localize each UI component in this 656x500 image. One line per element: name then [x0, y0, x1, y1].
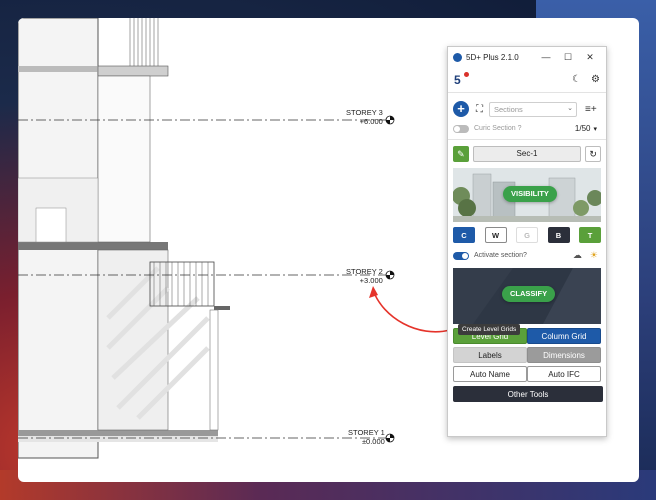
- auto-buttons-row: Auto Name Auto IFC: [448, 366, 606, 382]
- add-section-button[interactable]: +: [453, 101, 469, 117]
- sun-icon[interactable]: ☀: [590, 250, 598, 261]
- window-title: 5D+ Plus 2.1.0: [466, 52, 519, 62]
- curic-section-label: Curic Section ?: [474, 125, 522, 132]
- section-name-row: ✎ Sec-1 ↻: [448, 146, 606, 162]
- scale-chevron-icon[interactable]: ▾: [593, 125, 597, 133]
- app-icon-badge: [464, 71, 469, 77]
- column-grid-button[interactable]: Column Grid: [527, 328, 601, 344]
- plugin-window: 5D+ Plus 2.1.0 — ☐ ✕ 5 ☾ ⚙ + ⛶ Sections …: [447, 46, 607, 437]
- level-elevation: +6.000: [359, 117, 383, 126]
- filter-chip-t[interactable]: T: [579, 227, 601, 243]
- minimize-button[interactable]: —: [535, 52, 557, 62]
- visibility-panel: VISIBILITY: [453, 168, 601, 222]
- level-elevation: +3.000: [359, 276, 383, 285]
- filter-chip-w[interactable]: W: [484, 227, 507, 243]
- visibility-filters: C W G B T: [448, 227, 606, 243]
- cloud-icon[interactable]: ☁: [573, 250, 582, 261]
- maximize-button[interactable]: ☐: [557, 52, 579, 63]
- close-button[interactable]: ✕: [579, 52, 601, 63]
- activate-section-row: Activate section? ☁ ☀: [448, 250, 606, 261]
- level-name: STOREY 2: [346, 267, 383, 276]
- gear-icon[interactable]: ⚙: [591, 74, 600, 85]
- annotation-buttons-row: Labels Dimensions: [448, 347, 606, 363]
- app-icon[interactable]: 5: [454, 71, 469, 87]
- level-name: STOREY 3: [346, 108, 383, 117]
- level-label-storey-1: STOREY 1 ±0.000: [348, 428, 385, 446]
- labels-button[interactable]: Labels: [453, 347, 527, 363]
- top-toolbar: 5 ☾ ⚙: [448, 67, 606, 93]
- scale-selector[interactable]: 1/50: [575, 124, 591, 133]
- other-tools-button[interactable]: Other Tools: [453, 386, 603, 402]
- moon-icon[interactable]: ☾: [572, 74, 581, 85]
- classify-panel: CLASSIFY: [453, 268, 601, 324]
- auto-name-button[interactable]: Auto Name: [453, 366, 527, 382]
- app-icon-glyph: 5: [454, 72, 461, 87]
- sections-row: + ⛶ Sections ⌄ ≡+: [448, 101, 606, 117]
- filter-chip-b[interactable]: B: [547, 227, 570, 243]
- classify-button[interactable]: CLASSIFY: [502, 286, 556, 302]
- activate-section-toggle[interactable]: [453, 251, 469, 260]
- level-label-storey-2: STOREY 2 +3.000: [346, 267, 383, 285]
- app-logo-icon: [453, 52, 462, 62]
- curic-section-toggle[interactable]: [453, 124, 469, 133]
- section-name-field[interactable]: Sec-1: [472, 146, 582, 162]
- add-list-icon[interactable]: ≡+: [585, 104, 597, 115]
- activate-section-label: Activate section?: [474, 252, 527, 259]
- other-tools-row: Other Tools: [448, 386, 606, 402]
- expand-icon[interactable]: ⛶: [476, 104, 483, 115]
- curic-section-row: Curic Section ? 1/50 ▾: [448, 124, 606, 133]
- level-name: STOREY 1: [348, 428, 385, 437]
- magic-wand-button[interactable]: ✎: [453, 146, 469, 162]
- level-label-storey-3: STOREY 3 +6.000: [346, 108, 383, 126]
- refresh-button[interactable]: ↻: [585, 146, 601, 162]
- auto-ifc-button[interactable]: Auto IFC: [527, 366, 601, 382]
- sections-dropdown[interactable]: Sections ⌄: [489, 101, 577, 117]
- visibility-button[interactable]: VISIBILITY: [503, 186, 557, 202]
- chevron-down-icon: ⌄: [567, 104, 573, 112]
- level-grid-tooltip: Create Level Grids: [458, 324, 521, 335]
- dimensions-button[interactable]: Dimensions: [527, 347, 601, 363]
- title-bar[interactable]: 5D+ Plus 2.1.0 — ☐ ✕: [448, 47, 606, 67]
- divider: [448, 139, 606, 140]
- level-elevation: ±0.000: [361, 437, 385, 446]
- filter-chip-g[interactable]: G: [516, 227, 538, 243]
- filter-chip-c[interactable]: C: [453, 227, 475, 243]
- sections-placeholder: Sections: [494, 104, 523, 114]
